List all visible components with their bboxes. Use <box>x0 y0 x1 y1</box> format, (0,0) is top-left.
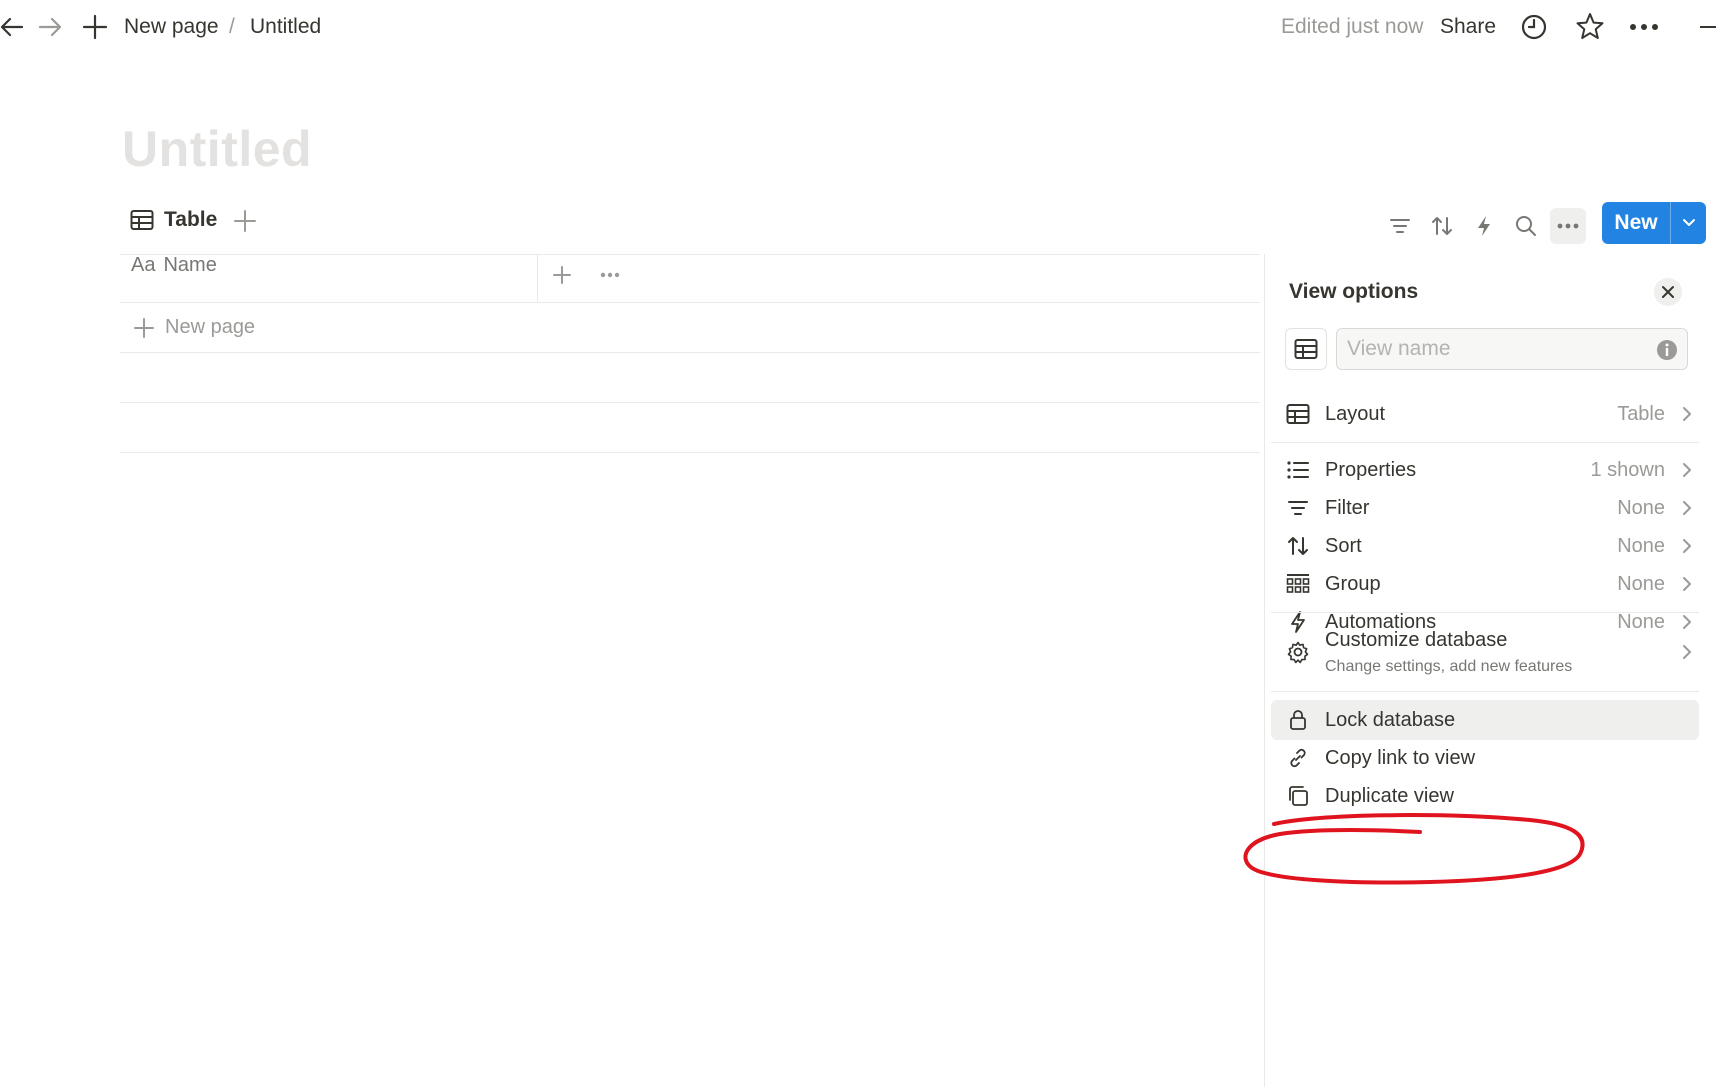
sort-value: None <box>1617 534 1665 557</box>
filter-row[interactable]: Filter None <box>1271 488 1699 528</box>
breadcrumb-current[interactable]: Untitled <box>250 15 321 39</box>
customize-database-label: Customize database <box>1325 628 1508 651</box>
plus-icon[interactable] <box>82 10 108 44</box>
filter-label: Filter <box>1325 496 1370 519</box>
chevron-right-icon <box>1675 538 1699 554</box>
table-icon <box>1271 403 1325 425</box>
duplicate-view-row[interactable]: Duplicate view <box>1271 776 1699 816</box>
add-property-icon[interactable] <box>548 262 576 288</box>
group-row[interactable]: Group None <box>1271 564 1699 604</box>
table-icon <box>130 209 154 231</box>
lock-database-label: Lock database <box>1325 708 1456 731</box>
divider <box>1271 442 1699 443</box>
plus-icon <box>133 317 155 339</box>
new-page-row[interactable]: New page <box>133 316 255 339</box>
text-type-icon: Aa <box>131 254 156 276</box>
share-button[interactable]: Share <box>1440 15 1496 39</box>
more-options-icon[interactable] <box>1628 10 1660 44</box>
list-icon <box>1271 459 1325 481</box>
page-title[interactable]: Untitled <box>122 120 312 178</box>
table-row-border <box>120 402 1260 403</box>
view-more-options-icon[interactable] <box>1550 208 1586 244</box>
layout-value: Table <box>1617 402 1665 425</box>
sort-label: Sort <box>1325 534 1362 557</box>
add-view-icon[interactable] <box>233 208 257 234</box>
filter-value: None <box>1617 496 1665 519</box>
filter-icon <box>1271 497 1325 519</box>
new-button-label: New <box>1614 211 1658 234</box>
column-header-label: Name <box>163 254 217 276</box>
back-arrow-icon[interactable] <box>0 10 26 44</box>
lightning-icon[interactable] <box>1466 208 1502 244</box>
properties-value: 1 shown <box>1590 458 1666 481</box>
copy-link-to-view-row[interactable]: Copy link to view <box>1271 738 1699 778</box>
layout-label: Layout <box>1325 402 1386 425</box>
top-bar: New page / Untitled Edited just now Shar… <box>0 0 1728 56</box>
view-options-panel: View options Layout Table Properties 1 s… <box>1264 254 1704 1087</box>
star-icon[interactable] <box>1575 10 1605 44</box>
customize-database-sublabel: Change settings, add new features <box>1325 657 1573 675</box>
info-icon[interactable] <box>1656 339 1678 361</box>
table-row-border <box>120 452 1260 453</box>
sort-icon <box>1271 534 1325 558</box>
properties-label: Properties <box>1325 458 1417 481</box>
filter-icon[interactable] <box>1382 208 1418 244</box>
view-tab-table[interactable]: Table <box>130 208 217 232</box>
properties-row[interactable]: Properties 1 shown <box>1271 450 1699 490</box>
breadcrumb-parent[interactable]: New page <box>124 15 219 39</box>
chevron-right-icon <box>1675 406 1699 422</box>
new-page-label: New page <box>165 316 256 338</box>
view-name-input[interactable] <box>1336 328 1688 370</box>
new-button[interactable]: New <box>1602 202 1706 244</box>
table-icon <box>1294 339 1318 359</box>
chevron-down-icon[interactable] <box>1671 217 1706 229</box>
edited-status: Edited just now <box>1281 15 1424 38</box>
sort-row[interactable]: Sort None <box>1271 526 1699 566</box>
view-icon-picker[interactable] <box>1285 328 1327 370</box>
group-value: None <box>1617 572 1665 595</box>
duplicate-icon <box>1271 784 1325 808</box>
breadcrumb-separator: / <box>229 15 235 38</box>
column-divider[interactable] <box>537 254 538 302</box>
database-view-bar: Table New <box>120 200 1706 250</box>
lock-database-row[interactable]: Lock database <box>1271 700 1699 740</box>
duplicate-view-label: Duplicate view <box>1325 784 1454 807</box>
lock-icon <box>1271 708 1325 732</box>
link-icon <box>1271 746 1325 770</box>
column-header-name[interactable]: Aa Name <box>131 254 217 277</box>
customize-database-row[interactable]: Customize database Change settings, add … <box>1271 624 1699 680</box>
column-more-icon[interactable] <box>596 262 624 288</box>
layout-row[interactable]: Layout Table <box>1271 394 1699 434</box>
divider <box>1271 691 1699 692</box>
group-label: Group <box>1325 572 1381 595</box>
close-icon[interactable] <box>1654 278 1682 306</box>
group-grid-icon <box>1271 573 1325 595</box>
table-row-border <box>120 352 1260 353</box>
view-tab-label: Table <box>164 208 218 231</box>
chevron-right-icon <box>1675 576 1699 592</box>
gear-icon <box>1271 640 1325 664</box>
chevron-right-icon <box>1675 500 1699 516</box>
search-icon[interactable] <box>1508 208 1544 244</box>
minimize-icon[interactable] <box>1698 10 1718 44</box>
panel-title: View options <box>1289 280 1419 303</box>
forward-arrow-icon[interactable] <box>38 10 64 44</box>
customize-database-text: Customize database Change settings, add … <box>1325 629 1675 676</box>
table-top-border <box>120 254 1260 255</box>
chevron-right-icon <box>1675 644 1699 660</box>
chevron-right-icon <box>1675 462 1699 478</box>
sort-icon[interactable] <box>1424 208 1460 244</box>
divider <box>1271 612 1699 613</box>
copy-link-to-view-label: Copy link to view <box>1325 746 1476 769</box>
table-header-border <box>120 302 1260 303</box>
clock-history-icon[interactable] <box>1520 10 1548 44</box>
